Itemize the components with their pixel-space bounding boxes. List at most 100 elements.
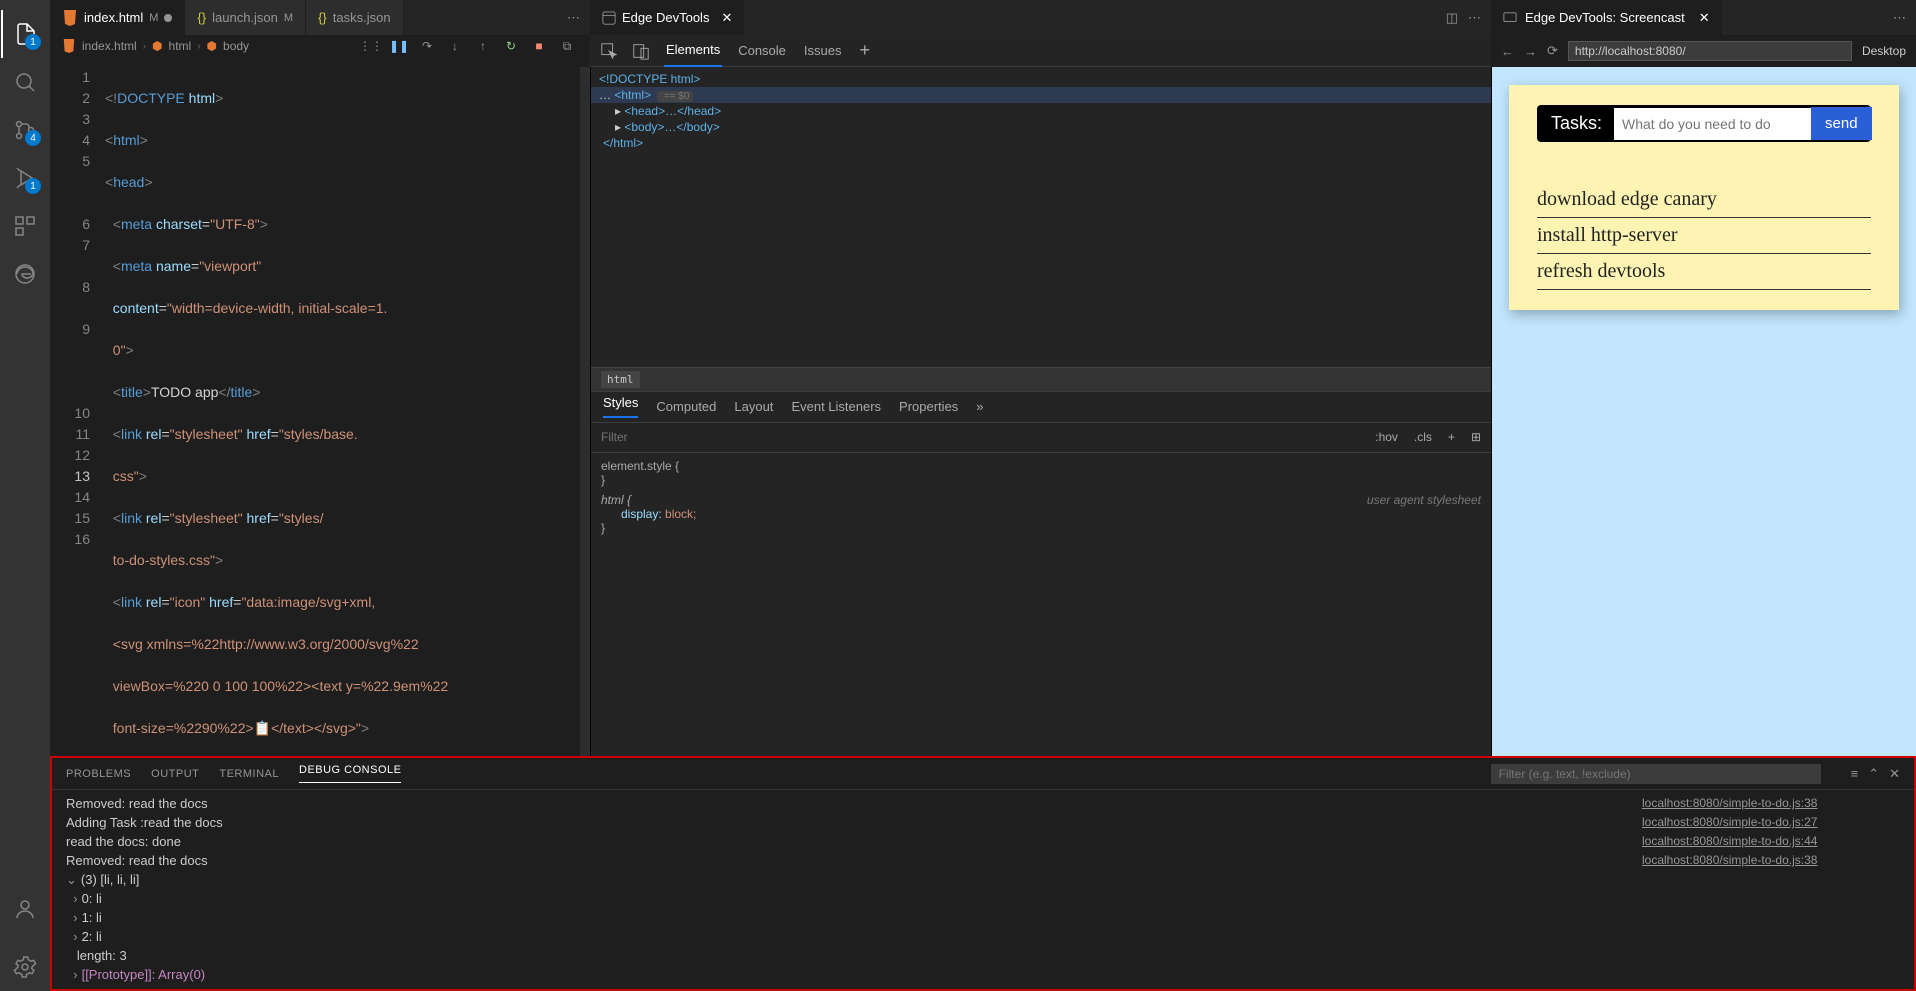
layout-tab[interactable]: Layout: [734, 399, 773, 414]
inspect-icon[interactable]: [600, 42, 618, 60]
issues-tab[interactable]: Issues: [802, 35, 844, 66]
tab-modified: M: [284, 12, 293, 24]
elements-tab[interactable]: Elements: [664, 34, 722, 67]
back-icon[interactable]: ←: [1501, 44, 1514, 59]
scm-badge: 4: [25, 130, 41, 146]
devtools-toolbar: Elements Console Issues +: [590, 35, 1491, 67]
task-item[interactable]: refresh devtools: [1537, 254, 1871, 290]
styles-tabs: Styles Computed Layout Event Listeners P…: [591, 391, 1491, 423]
close-icon[interactable]: ✕: [721, 10, 732, 26]
edge-icon[interactable]: [1, 250, 49, 298]
clear-icon[interactable]: ≡: [1851, 766, 1859, 782]
breadcrumb-html[interactable]: html: [169, 39, 192, 53]
search-icon[interactable]: [1, 58, 49, 106]
debug-console-tab[interactable]: DEBUG CONSOLE: [299, 764, 401, 783]
tab-label: index.html: [84, 10, 143, 25]
code-editor[interactable]: 123 456 789 101112 13141516 <!DOCTYPE ht…: [50, 67, 590, 756]
code-content: <!DOCTYPE html> <html> <head> <meta char…: [105, 67, 590, 756]
output-tab[interactable]: OUTPUT: [151, 768, 199, 780]
task-input[interactable]: [1614, 108, 1811, 140]
more-icon[interactable]: ⋯: [1893, 10, 1906, 26]
tab-modified: M: [149, 12, 158, 24]
account-icon[interactable]: [1, 885, 49, 933]
screencast-tab[interactable]: Edge DevTools: Screencast ✕: [1491, 0, 1722, 35]
step-over-icon[interactable]: ↷: [416, 35, 438, 57]
add-rule-icon[interactable]: +: [1448, 430, 1455, 444]
main-area: index.html M {} launch.json M {} tasks.j…: [50, 0, 1916, 991]
source-link[interactable]: localhost:8080/simple-to-do.js:38: [1642, 851, 1906, 870]
screencast-tab-row: Edge DevTools: Screencast ✕ ⋯: [1491, 0, 1916, 35]
tab-index-html[interactable]: index.html M: [50, 0, 185, 35]
console-output[interactable]: Removed: read the docs Adding Task :read…: [52, 790, 1914, 989]
scm-icon[interactable]: 4: [1, 106, 49, 154]
panel-tabs: PROBLEMS OUTPUT TERMINAL DEBUG CONSOLE ≡…: [52, 758, 1914, 790]
tab-dirty-icon[interactable]: [164, 14, 172, 22]
styles-filter-bar: :hov .cls + ⊞: [591, 423, 1491, 453]
problems-tab[interactable]: PROBLEMS: [66, 768, 131, 780]
split-icon[interactable]: ◫: [1446, 10, 1458, 26]
terminal-tab[interactable]: TERMINAL: [219, 768, 279, 780]
restart-icon[interactable]: ↻: [500, 35, 522, 57]
step-out-icon[interactable]: ↑: [472, 35, 494, 57]
toggle-icon[interactable]: ⧉: [556, 35, 578, 57]
explorer-icon[interactable]: 1: [1, 10, 49, 58]
screencast-viewport[interactable]: Tasks: send download edge canary install…: [1492, 67, 1916, 756]
devtools-tab[interactable]: Edge DevTools ✕: [590, 0, 744, 35]
computed-tab[interactable]: Computed: [656, 399, 716, 414]
debug-badge: 1: [25, 178, 41, 194]
task-list: download edge canary install http-server…: [1537, 182, 1871, 290]
task-item[interactable]: install http-server: [1537, 218, 1871, 254]
debug-icon[interactable]: 1: [1, 154, 49, 202]
breadcrumb-body[interactable]: body: [223, 39, 249, 53]
properties-tab[interactable]: Properties: [899, 399, 958, 414]
styles-filter-input[interactable]: [601, 430, 1359, 444]
send-button[interactable]: send: [1811, 107, 1872, 140]
breadcrumb: index.html › ⬢ html › ⬢ body ⋮⋮ ❚❚ ↷ ↓ ↑…: [50, 35, 590, 57]
screencast-toolbar: ← → ⟳ Desktop: [1491, 35, 1916, 67]
tasks-label: Tasks:: [1539, 107, 1614, 140]
console-filter-input[interactable]: [1491, 764, 1821, 784]
more-icon[interactable]: »: [976, 399, 983, 414]
dom-breadcrumb[interactable]: html: [591, 367, 1491, 391]
close-panel-icon[interactable]: ✕: [1889, 766, 1900, 782]
hov-button[interactable]: :hov: [1375, 430, 1398, 444]
device-label[interactable]: Desktop: [1862, 44, 1906, 58]
device-icon[interactable]: [632, 42, 650, 60]
tab-launch-json[interactable]: {} launch.json M: [185, 0, 306, 35]
drag-handle-icon[interactable]: ⋮⋮: [360, 35, 382, 57]
styles-body[interactable]: element.style { } html {user agent style…: [591, 453, 1491, 757]
source-link[interactable]: localhost:8080/simple-to-do.js:44: [1642, 832, 1906, 851]
add-tab-icon[interactable]: +: [857, 32, 872, 69]
tab-label: launch.json: [212, 10, 278, 25]
source-link[interactable]: localhost:8080/simple-to-do.js:38: [1642, 794, 1906, 813]
stop-icon[interactable]: ■: [528, 35, 550, 57]
task-item[interactable]: download edge canary: [1537, 182, 1871, 218]
breadcrumb-file[interactable]: index.html: [82, 39, 137, 53]
elements-tree[interactable]: <!DOCTYPE html> … <html> == $0 ▸ <head>……: [591, 67, 1491, 367]
extensions-icon[interactable]: [1, 202, 49, 250]
minimap[interactable]: [580, 67, 590, 756]
pause-icon[interactable]: ❚❚: [388, 35, 410, 57]
close-icon[interactable]: ✕: [1699, 10, 1710, 26]
screencast-panel: Tasks: send download edge canary install…: [1491, 67, 1916, 756]
more-icon[interactable]: ⋯: [567, 10, 580, 26]
debug-toolbar: ⋮⋮ ❚❚ ↷ ↓ ↑ ↻ ■ ⧉: [360, 35, 578, 57]
cls-button[interactable]: .cls: [1414, 430, 1432, 444]
more-icon[interactable]: ⋯: [1468, 10, 1481, 26]
tab-tasks-json[interactable]: {} tasks.json: [306, 0, 404, 35]
url-input[interactable]: [1568, 41, 1852, 61]
step-into-icon[interactable]: ↓: [444, 35, 466, 57]
computed-panel-icon[interactable]: ⊞: [1471, 430, 1481, 444]
listeners-tab[interactable]: Event Listeners: [791, 399, 881, 414]
settings-icon[interactable]: [1, 943, 49, 991]
styles-tab[interactable]: Styles: [603, 395, 638, 418]
forward-icon[interactable]: →: [1524, 44, 1537, 59]
activity-bar: 1 4 1: [0, 0, 50, 991]
reload-icon[interactable]: ⟳: [1547, 43, 1558, 59]
tab-actions: ⋯: [557, 0, 590, 35]
editor-split: 123 456 789 101112 13141516 <!DOCTYPE ht…: [50, 67, 1916, 756]
console-tab[interactable]: Console: [736, 35, 788, 66]
collapse-icon[interactable]: ⌃: [1868, 766, 1879, 782]
tab-label: tasks.json: [333, 10, 391, 25]
source-link[interactable]: localhost:8080/simple-to-do.js:27: [1642, 813, 1906, 832]
